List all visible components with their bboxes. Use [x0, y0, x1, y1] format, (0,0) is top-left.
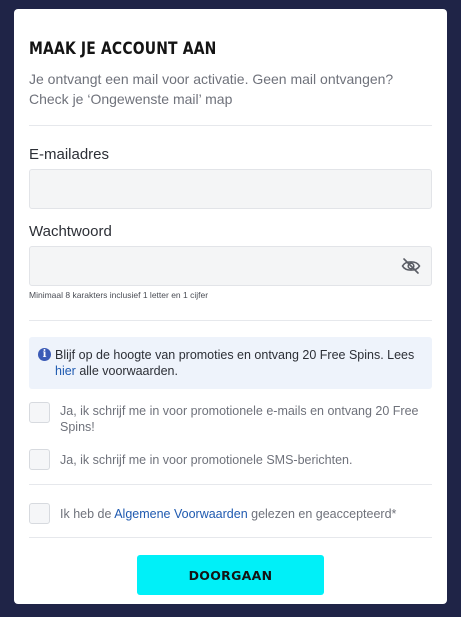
divider: [29, 537, 432, 538]
password-input[interactable]: [30, 247, 431, 285]
email-label: E-mailadres: [29, 146, 110, 163]
password-hint: Minimaal 8 karakters inclusief 1 letter …: [29, 290, 209, 300]
subtitle: Je ontvangt een mail voor activatie. Gee…: [29, 71, 394, 107]
terms-text-after: gelezen en geaccepteerd*: [247, 507, 397, 521]
terms-text-before: Ik heb de: [60, 507, 115, 521]
eye-off-icon[interactable]: [401, 257, 421, 275]
email-input[interactable]: [30, 170, 431, 208]
terms-row: Ik heb de Algemene Voorwaarden gelezen e…: [29, 503, 432, 524]
signup-card: MAAK JE ACCOUNT AAN Je ontvangt een mail…: [14, 9, 447, 604]
divider: [29, 320, 432, 321]
info-text-after: alle voorwaarden.: [75, 364, 178, 378]
divider: [29, 484, 432, 485]
opt-in-sms-label: Ja, ik schrijf me in voor promotionele S…: [60, 453, 353, 467]
opt-in-email-checkbox[interactable]: [29, 402, 50, 423]
opt-in-sms-checkbox[interactable]: [29, 449, 50, 470]
page-title: MAAK JE ACCOUNT AAN: [29, 39, 217, 59]
divider: [29, 125, 432, 126]
terms-link[interactable]: Algemene Voorwaarden: [114, 507, 247, 521]
opt-in-email-row: Ja, ik schrijf me in voor promotionele e…: [29, 402, 432, 435]
terms-checkbox[interactable]: [29, 503, 50, 524]
info-icon: i: [38, 348, 51, 361]
opt-in-email-label: Ja, ik schrijf me in voor promotionele e…: [60, 404, 419, 434]
email-field-container: [29, 169, 432, 209]
opt-in-sms-row: Ja, ik schrijf me in voor promotionele S…: [29, 449, 432, 470]
info-link-hier[interactable]: hier: [55, 364, 76, 378]
info-text-before: Blijf op de hoogte van promoties en ontv…: [55, 348, 415, 362]
terms-label: Ik heb de Algemene Voorwaarden gelezen e…: [60, 505, 396, 522]
password-field-container: [29, 246, 432, 286]
promo-info-box: i Blijf op de hoogte van promoties en on…: [29, 337, 432, 389]
continue-button[interactable]: DOORGAAN: [137, 555, 324, 595]
password-label: Wachtwoord: [29, 223, 112, 240]
